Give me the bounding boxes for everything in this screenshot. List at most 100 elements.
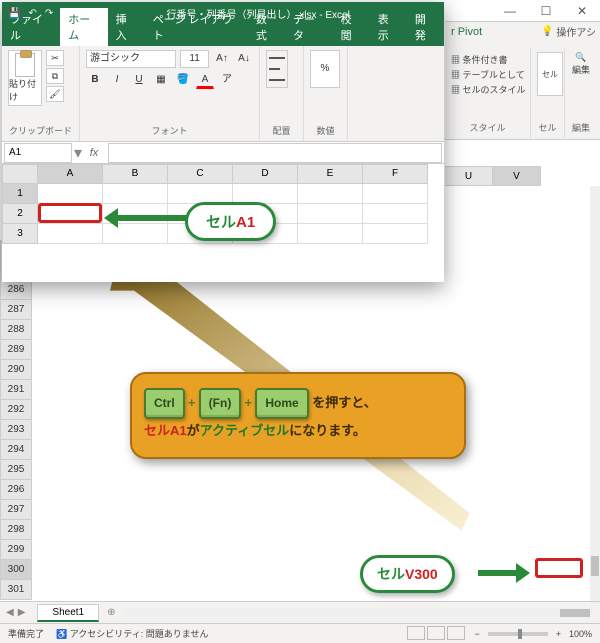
row-1[interactable]: 1 xyxy=(2,184,38,204)
tab-pagelayout[interactable]: ページ レイアウト xyxy=(145,8,248,46)
cell-F3[interactable] xyxy=(363,224,428,244)
font-color-button[interactable]: A xyxy=(196,71,214,89)
cell-D1[interactable] xyxy=(233,184,298,204)
sheet-next-icon[interactable]: ▶ xyxy=(18,607,26,618)
redo-icon[interactable]: ↷ xyxy=(45,8,53,19)
col-A[interactable]: A xyxy=(38,164,103,184)
tab-home[interactable]: ホーム xyxy=(60,8,107,46)
save-icon[interactable]: 💾 xyxy=(8,8,20,19)
tab-powerpivot[interactable]: r Pivot xyxy=(447,24,486,40)
minimize-icon[interactable]: — xyxy=(492,0,528,22)
close-icon[interactable]: ✕ xyxy=(564,0,600,22)
row-291[interactable]: 291 xyxy=(0,380,32,400)
editing-button[interactable]: 🔍編集 xyxy=(571,52,591,76)
row-296[interactable]: 296 xyxy=(0,480,32,500)
fx-button[interactable]: fx xyxy=(82,147,106,159)
sheet-prev-icon[interactable]: ◀ xyxy=(6,607,14,618)
cell-E2[interactable] xyxy=(298,204,363,224)
italic-button[interactable]: I xyxy=(108,71,126,89)
copy-button[interactable]: ⧉ xyxy=(46,68,64,84)
cell-B1[interactable] xyxy=(103,184,168,204)
cut-button[interactable]: ✂ xyxy=(46,50,64,66)
zoom-out-button[interactable]: − xyxy=(474,629,479,639)
vscroll-thumb[interactable] xyxy=(591,556,599,576)
row-288[interactable]: 288 xyxy=(0,320,32,340)
col-C[interactable]: C xyxy=(168,164,233,184)
underline-button[interactable]: U xyxy=(130,71,148,89)
cells-button[interactable]: セル xyxy=(537,52,563,96)
col-E[interactable]: E xyxy=(298,164,363,184)
status-ready: 準備完了 xyxy=(8,627,44,640)
formula-bar[interactable] xyxy=(108,143,442,163)
callout-A1: セルA1 xyxy=(185,202,276,241)
qat-more-icon[interactable]: ▾ xyxy=(61,8,66,19)
format-as-table-button[interactable]: ▦ テーブルとして xyxy=(451,67,524,82)
cell-F2[interactable] xyxy=(363,204,428,224)
undo-icon[interactable]: ↶ xyxy=(28,8,36,19)
name-box[interactable]: A1 xyxy=(4,143,72,163)
col-V[interactable]: V xyxy=(493,166,541,186)
col-U[interactable]: U xyxy=(445,166,493,186)
maximize-icon[interactable]: ☐ xyxy=(528,0,564,22)
row-286[interactable]: 286 xyxy=(0,280,32,300)
vertical-scrollbar[interactable] xyxy=(590,186,600,605)
col-D[interactable]: D xyxy=(233,164,298,184)
row-3[interactable]: 3 xyxy=(2,224,38,244)
namebox-dropdown-icon[interactable]: ▾ xyxy=(74,143,82,163)
row-289[interactable]: 289 xyxy=(0,340,32,360)
cell-F1[interactable] xyxy=(363,184,428,204)
cell-E1[interactable] xyxy=(298,184,363,204)
row-298[interactable]: 298 xyxy=(0,520,32,540)
grow-font-button[interactable]: A↑ xyxy=(213,50,231,68)
tab-formulas[interactable]: 数式 xyxy=(248,8,285,46)
shrink-font-button[interactable]: A↓ xyxy=(235,50,253,68)
row-299[interactable]: 299 xyxy=(0,540,32,560)
cell-E3[interactable] xyxy=(298,224,363,244)
paste-button[interactable]: 貼り付け xyxy=(8,50,42,106)
number-format-button[interactable]: % xyxy=(310,50,340,88)
key-ctrl: Ctrl xyxy=(144,388,185,419)
hscroll-thumb[interactable] xyxy=(560,609,590,617)
cell-C1[interactable] xyxy=(168,184,233,204)
row-290[interactable]: 290 xyxy=(0,360,32,380)
cell-styles-button[interactable]: ▦ セルのスタイル xyxy=(451,82,524,97)
cell-A1[interactable] xyxy=(38,184,103,204)
border-button[interactable]: ▦ xyxy=(152,71,170,89)
add-sheet-button[interactable]: ⊕ xyxy=(107,607,115,618)
col-F[interactable]: F xyxy=(363,164,428,184)
col-B[interactable]: B xyxy=(103,164,168,184)
format-painter-button[interactable]: 🖌 xyxy=(46,86,64,102)
view-buttons[interactable] xyxy=(406,626,466,642)
row-297[interactable]: 297 xyxy=(0,500,32,520)
fill-color-button[interactable]: 🪣 xyxy=(174,71,192,89)
row-300[interactable]: 300 xyxy=(0,560,32,580)
phonetic-button[interactable]: ア xyxy=(218,71,236,89)
bg-titlebar: — ☐ ✕ xyxy=(445,0,600,22)
alignment-button[interactable] xyxy=(266,50,288,88)
row-295[interactable]: 295 xyxy=(0,460,32,480)
zoom-slider[interactable] xyxy=(488,632,548,636)
tab-insert[interactable]: 挿入 xyxy=(108,8,145,46)
ribbon: 貼り付け ✂ ⧉ 🖌 クリップボード 游ゴシック 11 A↑ A↓ B xyxy=(2,46,444,142)
horizontal-scrollbar[interactable] xyxy=(124,608,593,618)
row-287[interactable]: 287 xyxy=(0,300,32,320)
select-all-corner[interactable] xyxy=(2,164,38,184)
row-292[interactable]: 292 xyxy=(0,400,32,420)
tell-me[interactable]: 💡操作アシ xyxy=(541,24,596,39)
tab-review[interactable]: 校閲 xyxy=(333,8,370,46)
bold-button[interactable]: B xyxy=(86,71,104,89)
row-301[interactable]: 301 xyxy=(0,580,32,600)
tab-view[interactable]: 表示 xyxy=(370,8,407,46)
font-name-select[interactable]: 游ゴシック xyxy=(86,50,176,68)
tab-data[interactable]: データ xyxy=(285,8,333,46)
row-293[interactable]: 293 xyxy=(0,420,32,440)
tab-developer[interactable]: 開発 xyxy=(407,8,444,46)
font-size-select[interactable]: 11 xyxy=(180,50,209,68)
zoom-level[interactable]: 100% xyxy=(569,629,592,639)
row-2[interactable]: 2 xyxy=(2,204,38,224)
row-294[interactable]: 294 xyxy=(0,440,32,460)
zoom-in-button[interactable]: + xyxy=(556,629,561,639)
callout-V300: セルV300 xyxy=(360,555,455,593)
conditional-format-button[interactable]: ▦ 条件付き書 xyxy=(451,52,524,67)
sheet-tab-sheet1[interactable]: Sheet1 xyxy=(37,604,99,622)
